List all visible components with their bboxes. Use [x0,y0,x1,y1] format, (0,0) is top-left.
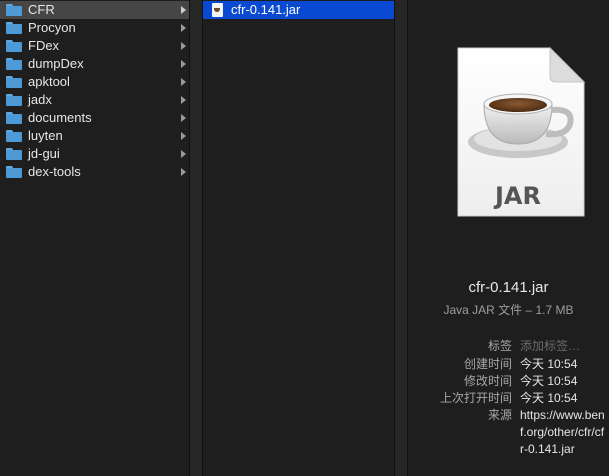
finder-column-browser: CFR Procyon FDex dumpDex apktool jadx do… [0,0,609,476]
folder-icon [6,112,22,124]
file-column: cfr-0.141.jar [203,0,394,476]
chevron-right-icon [181,96,186,104]
folder-row-dex-tools[interactable]: dex-tools [0,163,189,181]
folder-icon [6,40,22,52]
folder-row-fdex[interactable]: FDex [0,37,189,55]
folder-icon [6,94,22,106]
chevron-right-icon [181,60,186,68]
jar-icon-label: JAR [493,182,541,210]
folder-row-cfr[interactable]: CFR [0,1,189,19]
folder-label: jadx [28,92,52,107]
folder-label: apktool [28,74,70,89]
last-opened-value: 今天 10:54 [520,391,578,405]
folder-icon [6,166,22,178]
created-value: 今天 10:54 [520,357,578,371]
tags-label: 标签 [487,339,512,353]
folder-icon [6,4,22,16]
folder-label: CFR [28,2,55,17]
chevron-right-icon [181,24,186,32]
folder-row-apktool[interactable]: apktool [0,73,189,91]
file-label: cfr-0.141.jar [231,2,301,17]
preview-pane: JAR cfr-0.141.jar Java JAR 文件 – 1.7 MB 标… [408,0,609,476]
tags-input[interactable]: 添加标签… [520,338,580,355]
chevron-right-icon [181,114,186,122]
folder-label: jd-gui [28,146,60,161]
column-resize-handle[interactable] [189,0,203,476]
column-resize-handle[interactable] [394,0,408,476]
modified-value: 今天 10:54 [520,374,578,388]
preview-file-kind: Java JAR 文件 – 1.7 MB [443,303,574,317]
folder-icon [6,58,22,70]
folder-row-documents[interactable]: documents [0,109,189,127]
source-label: 来源 [487,408,512,422]
folder-icon [6,76,22,88]
modified-label: 修改时间 [463,374,512,388]
jar-file-icon [212,3,223,17]
chevron-right-icon [181,42,186,50]
chevron-right-icon [181,78,186,86]
folder-row-luyten[interactable]: luyten [0,127,189,145]
chevron-right-icon [181,132,186,140]
folder-icon [6,148,22,160]
folder-label: dumpDex [28,56,84,71]
folder-label: FDex [28,38,60,53]
chevron-right-icon [181,150,186,158]
folder-column: CFR Procyon FDex dumpDex apktool jadx do… [0,0,189,476]
folder-label: dex-tools [28,164,81,179]
last-opened-label: 上次打开时间 [439,391,512,405]
folder-icon [6,130,22,142]
source-link[interactable]: https://www.benf.org/other/cfr/cfr-0.141… [520,407,608,458]
folder-row-dumpdex[interactable]: dumpDex [0,55,189,73]
preview-file-name: cfr-0.141.jar [468,279,549,296]
folder-label: documents [28,110,92,125]
chevron-right-icon [181,6,186,14]
jar-document-icon: JAR [457,46,586,217]
created-label: 创建时间 [463,357,512,371]
file-row-cfr-jar[interactable]: cfr-0.141.jar [203,1,394,19]
folder-row-procyon[interactable]: Procyon [0,19,189,37]
folder-label: Procyon [28,20,76,35]
folder-icon [6,22,22,34]
folder-row-jd-gui[interactable]: jd-gui [0,145,189,163]
folder-label: luyten [28,128,63,143]
folder-row-jadx[interactable]: jadx [0,91,189,109]
chevron-right-icon [181,168,186,176]
